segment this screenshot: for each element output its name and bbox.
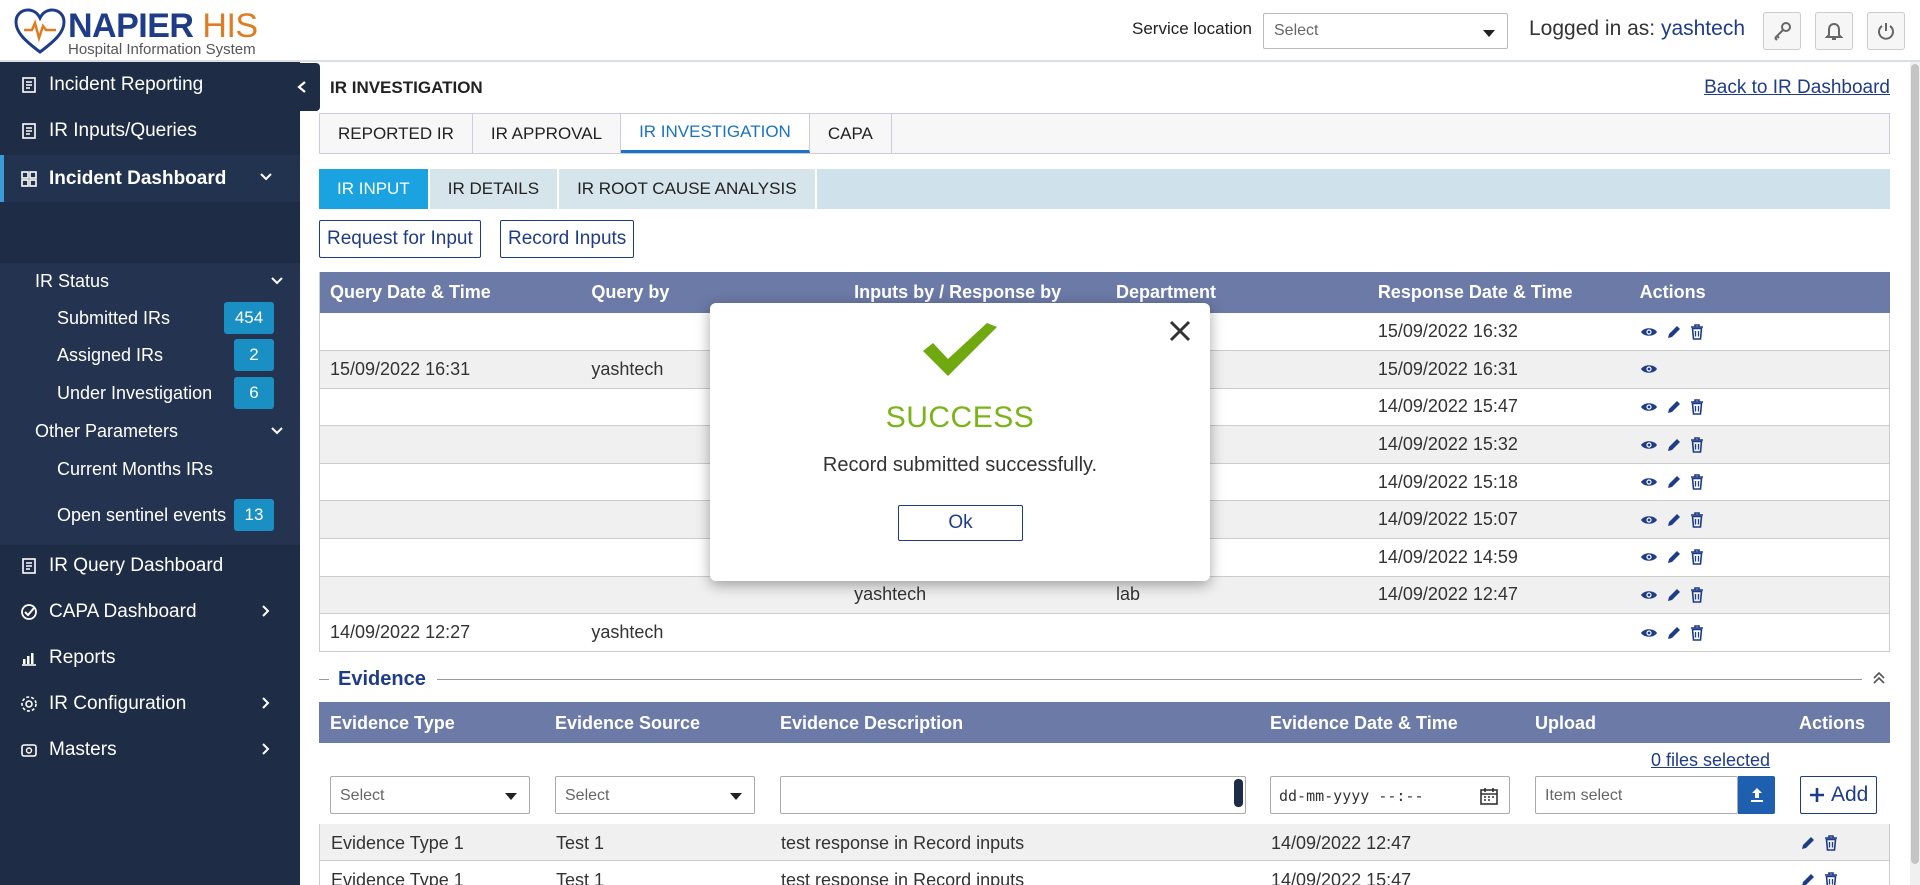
success-title: SUCCESS [885,401,1035,434]
modal-overlay: SUCCESS Record submitted successfully. O… [0,0,1920,885]
chevron-left-icon [296,81,306,93]
ok-button[interactable]: Ok [898,505,1023,541]
sidebar-collapse-button[interactable] [283,63,320,111]
success-message: Record submitted successfully. [822,454,1098,476]
close-icon[interactable] [1168,319,1192,343]
success-dialog: SUCCESS Record submitted successfully. O… [710,303,1210,581]
success-checkmark-icon [923,323,997,376]
